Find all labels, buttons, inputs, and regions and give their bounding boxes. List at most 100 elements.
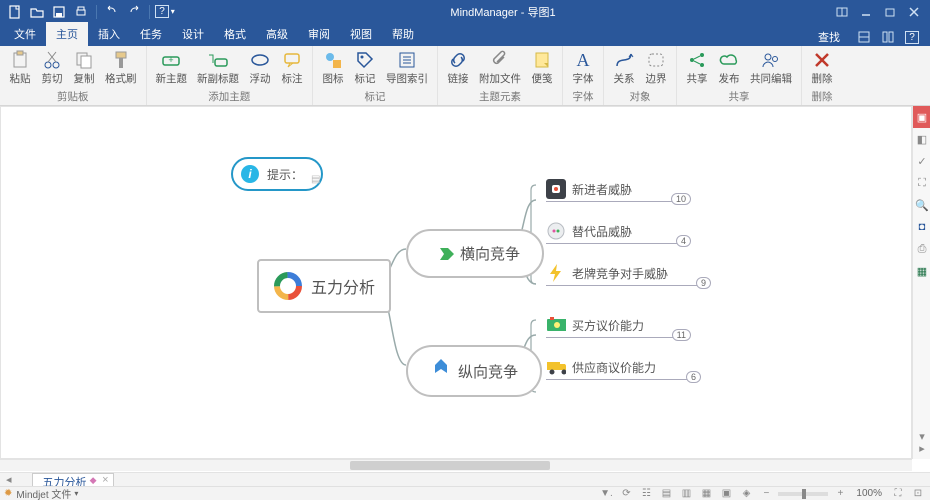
sync-icon[interactable]: ⟳ xyxy=(618,488,634,500)
leaf-supplier-power[interactable]: 供应商议价能力 6 xyxy=(546,357,676,377)
count-badge: 10 xyxy=(671,193,691,205)
open-file-icon[interactable] xyxy=(26,2,48,22)
filter-icon[interactable]: ▼. xyxy=(598,488,614,500)
view-schedule-icon[interactable]: ▦ xyxy=(698,488,714,500)
boundary-button[interactable]: 边界 xyxy=(640,48,672,86)
group-label: 共享 xyxy=(681,89,797,105)
map-index-button[interactable]: 导图索引 xyxy=(381,48,433,86)
redo-icon[interactable] xyxy=(123,2,145,22)
undo-icon[interactable] xyxy=(101,2,123,22)
menu-search[interactable]: 查找 xyxy=(818,29,840,45)
group-addtopic: +新主题 新副标题 浮动 标注 添加主题 xyxy=(147,46,314,105)
topic-label: 纵向竞争 xyxy=(458,361,518,382)
relationship-button[interactable]: 关系 xyxy=(608,48,640,86)
paste-button[interactable]: 粘贴 xyxy=(4,48,36,86)
tags-button[interactable]: 标记 xyxy=(349,48,381,86)
view-map-icon[interactable]: ☷ xyxy=(638,488,654,500)
leaf-new-entrant[interactable]: 新进者威胁 10 xyxy=(546,179,666,199)
panel-browser-icon[interactable]: ⎙ xyxy=(913,238,930,260)
tab-nav-left-icon[interactable]: ◂ xyxy=(6,473,12,486)
font-icon: A xyxy=(572,49,594,71)
panel-outlook-icon[interactable]: ◘ xyxy=(913,216,930,238)
panel-parts-icon[interactable]: ⛶ xyxy=(913,172,930,194)
note-indicator-icon[interactable]: ▤ xyxy=(311,174,320,185)
close-icon[interactable]: × xyxy=(102,474,108,486)
layout-options-icon[interactable] xyxy=(854,28,874,46)
scrollbar-thumb[interactable] xyxy=(350,461,550,470)
tab-help[interactable]: 帮助 xyxy=(382,22,424,46)
leaf-buyer-power[interactable]: 买方议价能力 11 xyxy=(546,315,666,335)
panel-markers-icon[interactable]: ◧ xyxy=(913,128,930,150)
leaf-text: 新进者威胁 xyxy=(572,181,632,198)
zoom-slider[interactable] xyxy=(778,492,828,496)
maximize-icon[interactable] xyxy=(878,2,902,22)
topic-vertical[interactable]: 纵向竞争 xyxy=(406,345,542,397)
count-badge: 4 xyxy=(676,235,691,247)
icons-button[interactable]: 图标 xyxy=(317,48,349,86)
cloud-icon xyxy=(718,49,740,71)
coedit-button[interactable]: 共同编辑 xyxy=(745,48,797,86)
print-icon[interactable] xyxy=(70,2,92,22)
fit-map-icon[interactable]: ⊡ xyxy=(910,488,926,500)
tab-file[interactable]: 文件 xyxy=(4,22,46,46)
tab-review[interactable]: 审阅 xyxy=(298,22,340,46)
ribbon: 粘贴 剪切 复制 格式刷 剪贴板 +新主题 新副标题 浮动 标注 添加主题 图标… xyxy=(0,46,930,106)
help-dropdown-icon[interactable]: ?▾ xyxy=(154,2,176,22)
copy-button[interactable]: 复制 xyxy=(68,48,100,86)
topic-horizontal[interactable]: 横向竞争 xyxy=(406,229,544,278)
lightning-icon xyxy=(546,263,566,283)
fit-width-icon[interactable]: ⛶ xyxy=(890,488,906,500)
leaf-text: 替代品威胁 xyxy=(572,223,632,240)
count-badge: 6 xyxy=(686,371,701,383)
panel-search-icon[interactable]: 🔍 xyxy=(913,194,930,216)
format-painter-button[interactable]: 格式刷 xyxy=(100,48,142,86)
central-topic[interactable]: 五力分析 xyxy=(257,259,391,313)
status-file-type: Mindjet 文件 xyxy=(16,486,71,501)
help-icon[interactable]: ? xyxy=(902,28,922,46)
tab-insert[interactable]: 插入 xyxy=(88,22,130,46)
view-icon-icon[interactable]: ▣ xyxy=(718,488,734,500)
chevron-down-icon[interactable]: ▾ xyxy=(74,489,78,498)
view-tag-icon[interactable]: ◈ xyxy=(738,488,754,500)
share-button[interactable]: 共享 xyxy=(681,48,713,86)
publish-button[interactable]: 发布 xyxy=(713,48,745,86)
zoom-out-icon[interactable]: − xyxy=(758,488,774,500)
attachment-button[interactable]: 附加文件 xyxy=(474,48,526,86)
view-gantt-icon[interactable]: ▥ xyxy=(678,488,694,500)
zoom-in-icon[interactable]: + xyxy=(832,488,848,500)
tab-home[interactable]: 主页 xyxy=(46,22,88,46)
panel-excel-icon[interactable]: ▦ xyxy=(913,260,930,282)
new-topic-button[interactable]: +新主题 xyxy=(151,48,193,86)
cut-button[interactable]: 剪切 xyxy=(36,48,68,86)
link-button[interactable]: 链接 xyxy=(442,48,474,86)
minimize-icon[interactable] xyxy=(854,2,878,22)
new-subtopic-button[interactable]: 新副标题 xyxy=(192,48,244,86)
mindmap-canvas[interactable]: i 提示： ▤ 五力分析 横向竞争 新进者威胁 10 替代品威胁 4 老牌竞争对… xyxy=(0,106,912,459)
save-icon[interactable] xyxy=(48,2,70,22)
panel-task-icon[interactable]: ✓ xyxy=(913,150,930,172)
close-icon[interactable] xyxy=(902,2,926,22)
font-button[interactable]: A字体 xyxy=(567,48,599,86)
tab-design[interactable]: 设计 xyxy=(172,22,214,46)
chevron-right-icon[interactable]: ▸ xyxy=(913,437,930,459)
new-file-icon[interactable] xyxy=(4,2,26,22)
restore-panel-icon[interactable] xyxy=(830,2,854,22)
hint-node[interactable]: i 提示： xyxy=(231,157,323,191)
leaf-rivalry[interactable]: 老牌竞争对手威胁 9 xyxy=(546,263,686,283)
view-outline-icon[interactable]: ▤ xyxy=(658,488,674,500)
horizontal-scrollbar[interactable] xyxy=(0,459,912,471)
tab-view[interactable]: 视图 xyxy=(340,22,382,46)
panel-map-icon[interactable]: ▣ xyxy=(913,106,930,128)
leaf-substitute[interactable]: 替代品威胁 4 xyxy=(546,221,666,241)
notes-button[interactable]: 便笺 xyxy=(526,48,558,86)
delete-button[interactable]: 删除 xyxy=(806,48,838,86)
callout-button[interactable]: 标注 xyxy=(276,48,308,86)
floating-topic-button[interactable]: 浮动 xyxy=(244,48,276,86)
tab-advanced[interactable]: 高级 xyxy=(256,22,298,46)
doc-tab-active[interactable]: 五力分析 ◆ × xyxy=(32,473,114,487)
tab-task[interactable]: 任务 xyxy=(130,22,172,46)
task-pane-icon[interactable] xyxy=(878,28,898,46)
tab-format[interactable]: 格式 xyxy=(214,22,256,46)
menu-tabs: 文件 主页 插入 任务 设计 格式 高级 审阅 视图 帮助 查找 ? xyxy=(0,23,930,46)
money-icon xyxy=(546,315,566,335)
